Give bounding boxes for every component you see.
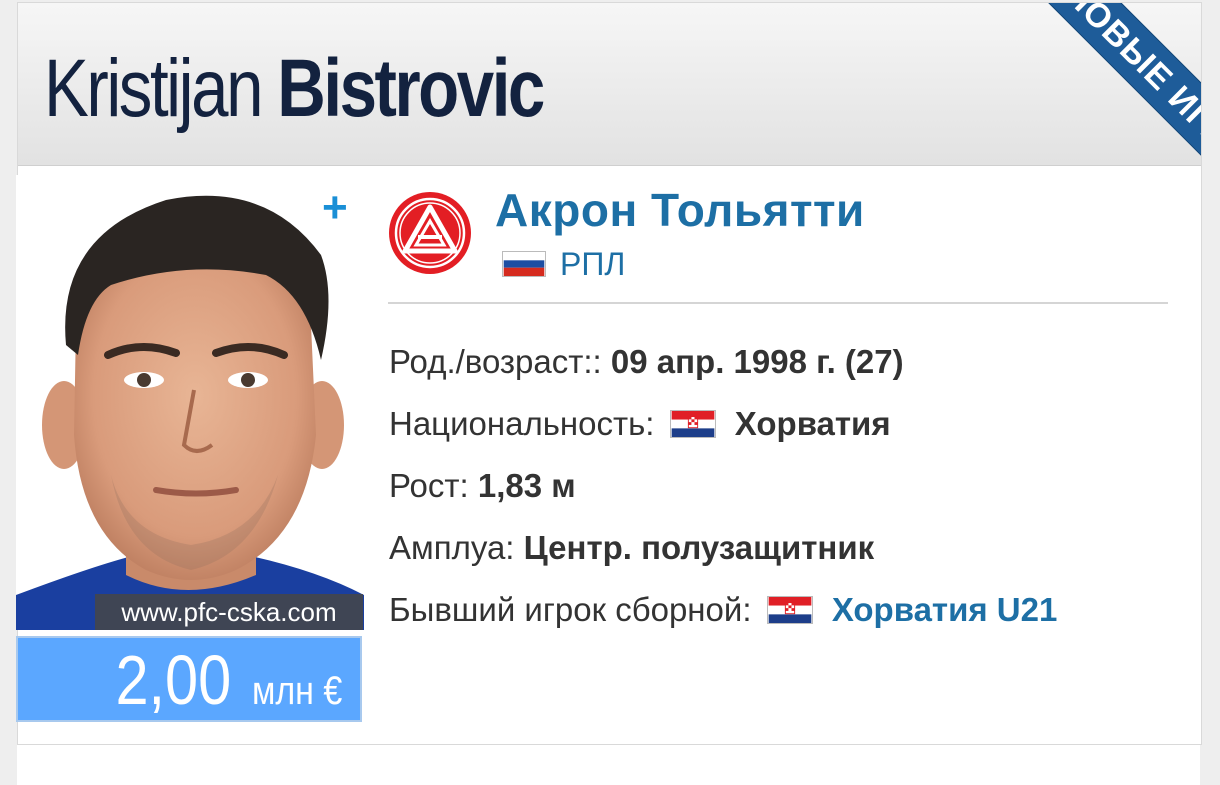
- height-label: Рост:: [389, 467, 469, 504]
- photo-watermark: www.pfc-cska.com: [95, 594, 363, 630]
- market-value-amount: 2,00: [115, 641, 232, 719]
- croatia-flag-icon: [766, 596, 813, 624]
- info-row-national-team: Бывший игрок сборной: Хорватия U21: [389, 590, 1057, 630]
- info-row-height: Рост: 1,83 м: [389, 466, 576, 506]
- position-value: Центр. полузащитник: [523, 529, 875, 566]
- croatia-flag-icon: [669, 410, 716, 438]
- national-team-label: Бывший игрок сборной:: [389, 591, 752, 628]
- ribbon-label: НОВЫЕ ИГРОКИ: [1034, 3, 1201, 230]
- next-card-edge: [17, 744, 1200, 785]
- divider: [388, 302, 1168, 304]
- club-name-link[interactable]: Акрон Тольятти: [495, 183, 865, 237]
- info-row-nationality: Национальность: Хорватия: [389, 404, 891, 444]
- birth-label: Род./возраст::: [389, 343, 602, 380]
- nationality-label: Национальность:: [389, 405, 655, 442]
- club-logo-icon[interactable]: [388, 191, 472, 275]
- player-first-name: Kristijan: [44, 43, 263, 134]
- info-row-birth: Род./возраст:: 09 апр. 1998 г. (27): [389, 342, 904, 382]
- player-name: Kristijan Bistrovic: [44, 39, 545, 139]
- national-team-link[interactable]: Хорватия U21: [832, 591, 1058, 628]
- player-photo: [16, 175, 364, 630]
- market-value-unit: млн €: [251, 669, 342, 713]
- new-players-ribbon[interactable]: НОВЫЕ ИГРОКИ: [963, 3, 1201, 239]
- plus-icon[interactable]: +: [322, 186, 348, 230]
- birth-value: 09 апр. 1998 г. (27): [610, 343, 904, 380]
- league-name-link[interactable]: РПЛ: [560, 246, 625, 282]
- position-label: Амплуа:: [389, 529, 515, 566]
- player-last-name: Bistrovic: [277, 43, 545, 134]
- height-value: 1,83 м: [477, 467, 576, 504]
- market-value-box[interactable]: 2,00 млн €: [16, 636, 362, 722]
- info-row-position: Амплуа: Центр. полузащитник: [389, 528, 874, 568]
- nationality-value: Хорватия: [734, 405, 891, 442]
- russia-flag-icon: [502, 251, 546, 277]
